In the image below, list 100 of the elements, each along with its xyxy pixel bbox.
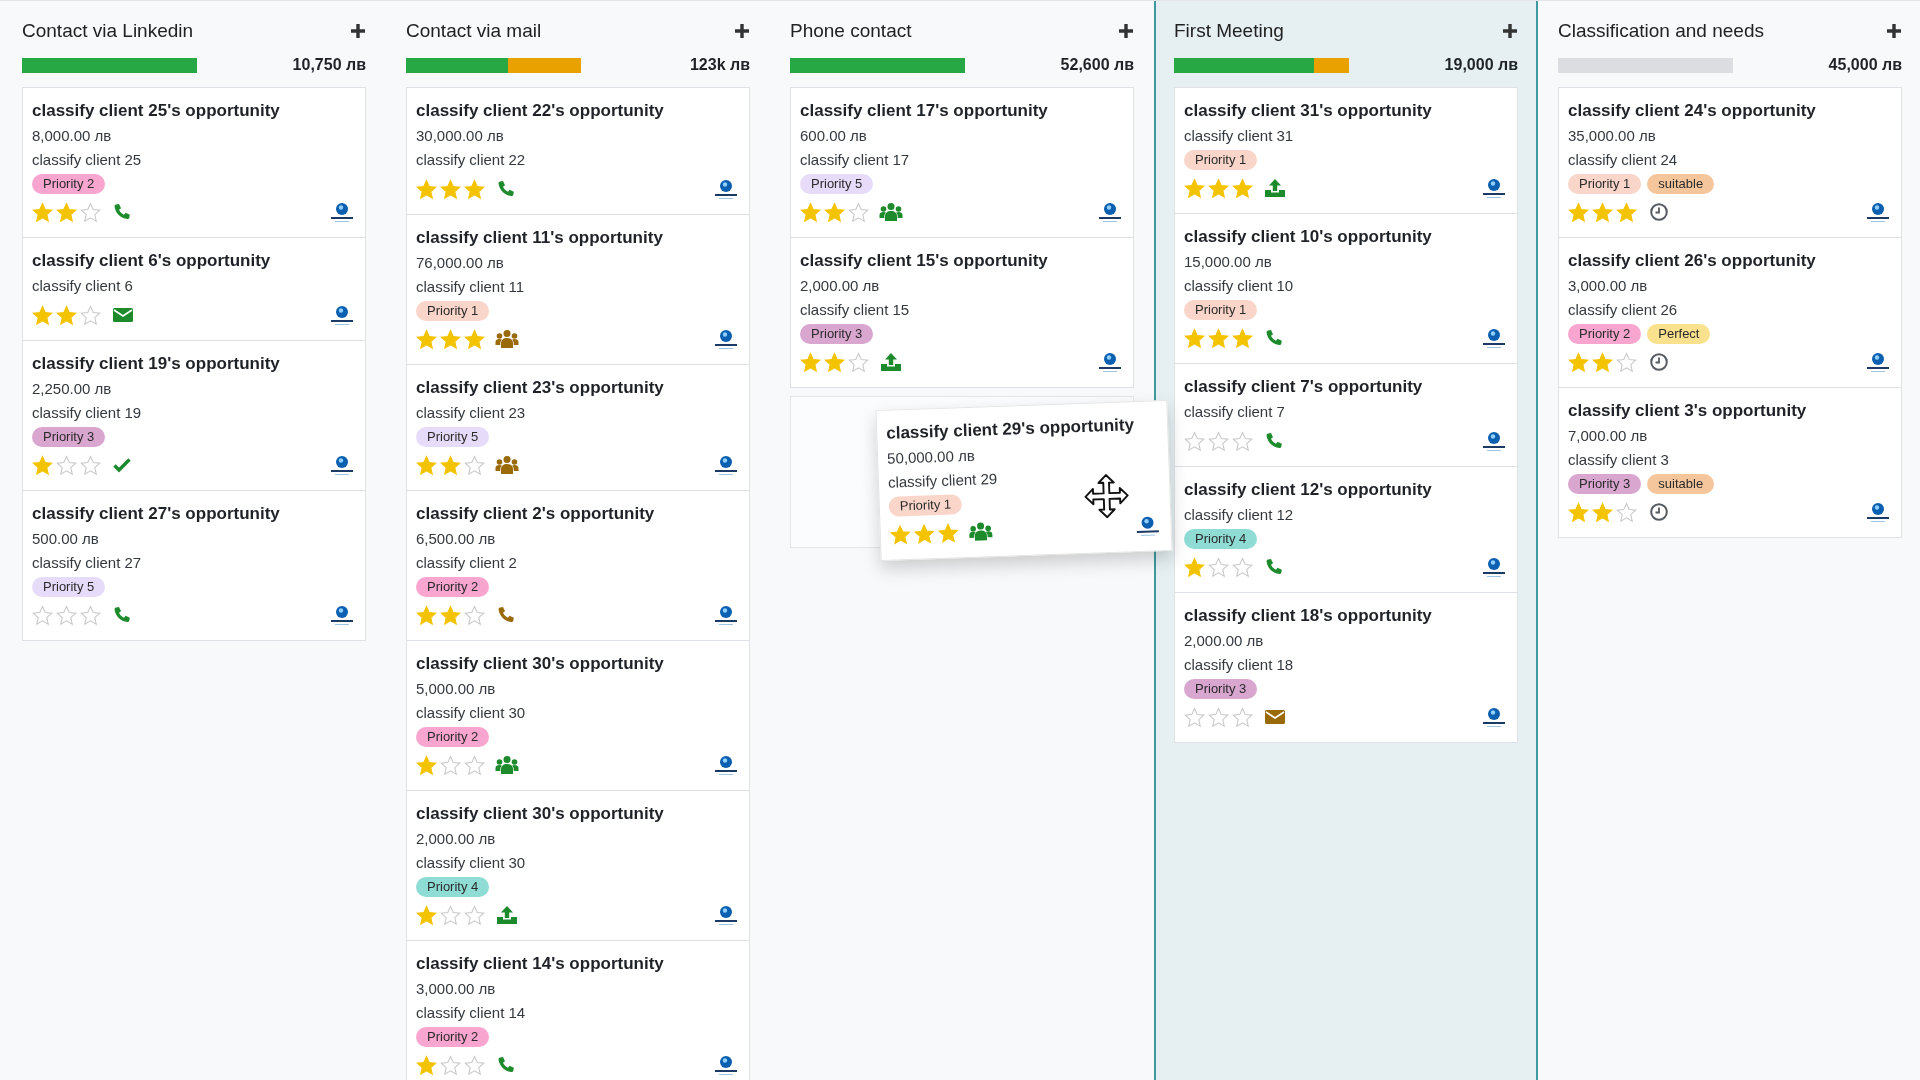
filled-star-icon[interactable] — [800, 201, 821, 223]
progress-segment[interactable] — [507, 57, 581, 73]
upload-icon[interactable] — [879, 352, 903, 372]
filled-star-icon[interactable] — [1184, 177, 1205, 199]
empty-star-icon[interactable] — [1208, 556, 1229, 578]
filled-star-icon[interactable] — [937, 521, 960, 544]
star-rating[interactable] — [32, 454, 101, 476]
filled-star-icon[interactable] — [56, 304, 77, 326]
star-rating[interactable] — [1184, 177, 1253, 199]
filled-star-icon[interactable] — [416, 178, 437, 200]
empty-star-icon[interactable] — [80, 604, 101, 626]
filled-star-icon[interactable] — [1592, 351, 1613, 373]
empty-star-icon[interactable] — [464, 604, 485, 626]
star-rating[interactable] — [1568, 501, 1637, 523]
filled-star-icon[interactable] — [416, 604, 437, 626]
upload-icon[interactable] — [1263, 178, 1287, 198]
opportunity-card[interactable]: classify client 30's opportunity 5,000.00 лв classify client 30 Priority 2 — [406, 640, 750, 791]
envelope-icon[interactable] — [111, 305, 135, 325]
filled-star-icon[interactable] — [56, 201, 77, 223]
filled-star-icon[interactable] — [440, 178, 461, 200]
star-rating[interactable] — [416, 178, 485, 200]
filled-star-icon[interactable] — [416, 454, 437, 476]
upload-icon[interactable] — [495, 905, 519, 925]
empty-star-icon[interactable] — [464, 754, 485, 776]
empty-star-icon[interactable] — [440, 904, 461, 926]
empty-star-icon[interactable] — [848, 351, 869, 373]
star-rating[interactable] — [1184, 430, 1253, 452]
star-rating[interactable] — [416, 604, 485, 626]
plus-icon[interactable] — [1118, 23, 1134, 39]
filled-star-icon[interactable] — [32, 201, 53, 223]
star-rating[interactable] — [416, 454, 485, 476]
filled-star-icon[interactable] — [889, 523, 912, 546]
star-rating[interactable] — [416, 754, 485, 776]
filled-star-icon[interactable] — [913, 522, 936, 545]
empty-star-icon[interactable] — [80, 201, 101, 223]
filled-star-icon[interactable] — [1568, 201, 1589, 223]
opportunity-card[interactable]: classify client 26's opportunity 3,000.00 лв classify client 26 Priority 2 Perfect — [1558, 237, 1902, 388]
filled-star-icon[interactable] — [1568, 501, 1589, 523]
filled-star-icon[interactable] — [1232, 177, 1253, 199]
opportunity-card[interactable]: classify client 31's opportunity classify client 31 Priority 1 — [1174, 87, 1518, 214]
opportunity-card[interactable]: classify client 2's opportunity 6,500.00 лв classify client 2 Priority 2 — [406, 490, 750, 641]
empty-star-icon[interactable] — [1184, 430, 1205, 452]
empty-star-icon[interactable] — [1616, 351, 1637, 373]
empty-star-icon[interactable] — [464, 904, 485, 926]
opportunity-card[interactable]: classify client 22's opportunity 30,000.00 лв classify client 22 — [406, 87, 750, 215]
progress-segment[interactable] — [790, 57, 965, 73]
opportunity-card[interactable]: classify client 24's opportunity 35,000.00 лв classify client 24 Priority 1 suitable — [1558, 87, 1902, 238]
opportunity-card[interactable]: classify client 23's opportunity classify client 23 Priority 5 — [406, 364, 750, 491]
clock-icon[interactable] — [1647, 352, 1671, 372]
empty-star-icon[interactable] — [1208, 430, 1229, 452]
empty-star-icon[interactable] — [80, 304, 101, 326]
star-rating[interactable] — [32, 304, 101, 326]
opportunity-card[interactable]: classify client 10's opportunity 15,000.00 лв classify client 10 Priority 1 — [1174, 213, 1518, 364]
empty-star-icon[interactable] — [80, 454, 101, 476]
progress-segment[interactable] — [406, 57, 508, 73]
filled-star-icon[interactable] — [1616, 201, 1637, 223]
star-rating[interactable] — [416, 328, 485, 350]
opportunity-card[interactable]: classify client 30's opportunity 2,000.00 лв classify client 30 Priority 4 — [406, 790, 750, 941]
filled-star-icon[interactable] — [440, 328, 461, 350]
filled-star-icon[interactable] — [1592, 201, 1613, 223]
empty-star-icon[interactable] — [440, 1054, 461, 1076]
star-rating[interactable] — [1568, 201, 1637, 223]
opportunity-card[interactable]: classify client 25's opportunity 8,000.00 лв classify client 25 Priority 2 — [22, 87, 366, 238]
clock-icon[interactable] — [1647, 202, 1671, 222]
empty-star-icon[interactable] — [1208, 706, 1229, 728]
empty-star-icon[interactable] — [464, 1054, 485, 1076]
empty-star-icon[interactable] — [1232, 556, 1253, 578]
empty-star-icon[interactable] — [1184, 706, 1205, 728]
opportunity-card[interactable]: classify client 14's opportunity 3,000.00 лв classify client 14 Priority 2 — [406, 940, 750, 1080]
envelope-icon[interactable] — [1263, 707, 1287, 727]
star-rating[interactable] — [800, 201, 869, 223]
empty-star-icon[interactable] — [1232, 430, 1253, 452]
filled-star-icon[interactable] — [1184, 327, 1205, 349]
opportunity-card[interactable]: classify client 19's opportunity 2,250.00 лв classify client 19 Priority 3 — [22, 340, 366, 491]
star-rating[interactable] — [1568, 351, 1637, 373]
filled-star-icon[interactable] — [32, 454, 53, 476]
star-rating[interactable] — [800, 351, 869, 373]
progress-segment[interactable] — [22, 57, 197, 73]
empty-star-icon[interactable] — [464, 454, 485, 476]
filled-star-icon[interactable] — [464, 178, 485, 200]
filled-star-icon[interactable] — [1568, 351, 1589, 373]
filled-star-icon[interactable] — [416, 1054, 437, 1076]
progress-segment[interactable] — [1174, 57, 1314, 73]
star-rating[interactable] — [416, 1054, 485, 1076]
clock-icon[interactable] — [1647, 502, 1671, 522]
progress-segment[interactable] — [1314, 57, 1349, 73]
opportunity-card[interactable]: classify client 6's opportunity classify client 6 — [22, 237, 366, 341]
plus-icon[interactable] — [1502, 23, 1518, 39]
filled-star-icon[interactable] — [416, 328, 437, 350]
empty-star-icon[interactable] — [1616, 501, 1637, 523]
filled-star-icon[interactable] — [416, 754, 437, 776]
opportunity-card[interactable]: classify client 7's opportunity classify client 7 — [1174, 363, 1518, 467]
star-rating[interactable] — [1184, 706, 1253, 728]
dragged-card[interactable]: classify client 29's opportunity 50,000.00 лв classify client 29 Priority 1 — [875, 399, 1173, 562]
star-rating[interactable] — [416, 904, 485, 926]
opportunity-card[interactable]: classify client 15's opportunity 2,000.00 лв classify client 15 Priority 3 — [790, 237, 1134, 388]
filled-star-icon[interactable] — [1592, 501, 1613, 523]
plus-icon[interactable] — [350, 23, 366, 39]
filled-star-icon[interactable] — [1208, 327, 1229, 349]
filled-star-icon[interactable] — [1184, 556, 1205, 578]
